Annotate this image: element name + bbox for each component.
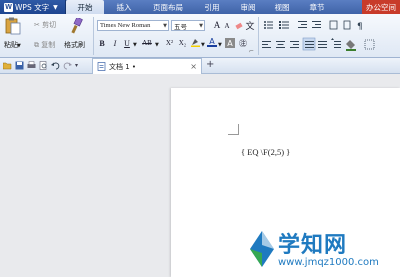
bold-label: B [99,38,105,48]
document-icon [97,62,106,71]
copy-label: 复制 [41,41,56,49]
svg-text:¶: ¶ [357,22,363,32]
justify-icon[interactable] [302,37,316,51]
superscript-button[interactable]: X² [163,38,176,48]
tab-references[interactable]: 引用 [192,0,232,14]
borders-icon[interactable] [364,39,375,50]
equation-field-code[interactable]: { EQ \F(2,5) } [241,147,290,157]
italic-label: I [113,38,117,48]
tab-page-layout[interactable]: 页面布局 [144,0,192,14]
subscript-button[interactable]: X₂ [176,38,189,48]
font-color-label: A [209,36,215,46]
tab-review[interactable]: 审阅 [232,0,264,14]
char-shading-label: A [227,38,233,48]
superscript-label: X² [165,39,174,47]
format-painter-icon[interactable] [69,18,83,34]
font-size-value: 五号 [174,22,187,31]
strikethrough-label: AB [142,39,152,47]
print-icon[interactable] [27,61,36,70]
shading-icon[interactable] [346,40,356,51]
shrink-font-label: A [224,22,230,30]
font-name-select[interactable]: Times New Roman ▼ [97,20,169,31]
paragraph-group: ¶ [262,20,375,51]
distribute-icon[interactable] [318,41,327,48]
chevron-down-icon: ▼ [199,22,203,29]
office-space-button[interactable]: 办公空间 [362,0,400,14]
margin-corner-mark [238,124,239,135]
clear-format-icon[interactable] [235,21,244,30]
chevron-down-icon: ▼ [163,22,167,29]
wps-logo-icon: W [4,2,13,12]
shrink-font-button[interactable]: A [222,21,232,31]
undo-icon[interactable] [51,61,60,70]
chinese-layout-icon[interactable] [329,20,338,30]
grow-font-button[interactable]: A [212,20,222,30]
bold-button[interactable]: B [97,38,107,48]
tab-view[interactable]: 视图 [264,0,300,14]
format-painter-label[interactable]: 格式刷 [64,40,85,50]
new-tab-button[interactable]: + [206,59,214,70]
app-name: WPS 文字 [15,2,50,12]
paste-icon[interactable] [5,17,21,35]
font-group-launcher-icon[interactable]: ⌐ [249,48,254,55]
align-left-icon[interactable] [262,41,271,48]
underline-label: U [124,38,130,48]
ribbon-divider [93,17,94,55]
highlight-icon[interactable] [191,38,200,47]
redo-icon[interactable] [63,61,72,70]
open-folder-icon[interactable] [3,61,12,70]
app-menu-button[interactable]: W WPS 文字 ▼ [0,0,66,14]
underline-button[interactable]: U [122,38,132,48]
increase-indent-icon[interactable] [312,21,321,28]
subscript-label: X₂ [178,39,187,47]
decrease-indent-icon[interactable] [298,21,307,28]
office-space-label: 办公空间 [366,2,396,12]
line-spacing-icon[interactable] [331,38,341,48]
customize-toolbar-icon[interactable]: ▾ [75,62,78,69]
highlight-dropdown-icon[interactable]: ▼ [201,42,205,48]
watermark-text: 学知网 [278,233,348,258]
character-button[interactable]: 文 [245,20,255,32]
strike-dropdown-icon[interactable]: ▼ [155,42,159,48]
close-icon[interactable]: × [190,62,197,71]
cut-label: 剪切 [42,21,57,29]
quick-access-toolbar: ▾ 文档 1 • × + [0,58,400,74]
show-marks-icon[interactable]: ¶ [357,22,363,32]
char-shading-button[interactable]: A [225,38,235,48]
align-center-icon[interactable] [276,41,285,48]
font-color-button[interactable]: A [207,37,217,47]
strikethrough-button[interactable]: AB [140,38,154,48]
grow-font-label: A [213,20,221,30]
font-name-value: Times New Roman [100,22,151,29]
copy-button[interactable]: ⧉ 复制 [34,40,55,50]
enclose-char-button[interactable]: ㊟ [238,38,248,48]
bullets-icon[interactable] [264,21,273,29]
font-size-select[interactable]: 五号 ▼ [171,20,205,31]
save-icon[interactable] [15,61,24,70]
tab-home[interactable]: 开始 [66,0,104,14]
chevron-down-icon: ▼ [53,3,58,11]
watermark-logo-icon [250,231,274,267]
paste-dropdown-icon[interactable]: ▼ [17,43,21,49]
watermark-url: www.jmqz1000.com [278,257,379,268]
paste-button-label[interactable]: 粘贴 [4,40,18,50]
align-right-icon[interactable] [290,41,299,48]
cut-button[interactable]: ✂ 剪切 [34,20,56,30]
underline-dropdown-icon[interactable]: ▼ [133,42,137,48]
document-tab-title: 文档 1 • [109,62,137,71]
ribbon-toolbar: 粘贴 ▼ ✂ 剪切 ⧉ 复制 格式刷 Times New Roman ▼ 五号 … [0,14,400,58]
document-tab[interactable]: 文档 1 • × [92,58,202,74]
numbering-icon[interactable] [279,21,289,29]
menu-bar: W WPS 文字 ▼ 开始 插入 页面布局 引用 审阅 视图 章节 办公空间 [0,0,400,14]
print-preview-icon[interactable] [39,61,48,70]
italic-button[interactable]: I [110,38,120,48]
ribbon-divider [258,17,259,55]
watermark: 学知网 www.jmqz1000.com [248,225,398,275]
tab-sections[interactable]: 章节 [300,0,334,14]
sort-icon[interactable] [343,20,351,30]
tab-insert[interactable]: 插入 [104,0,144,14]
font-color-dropdown-icon[interactable]: ▼ [218,42,222,48]
